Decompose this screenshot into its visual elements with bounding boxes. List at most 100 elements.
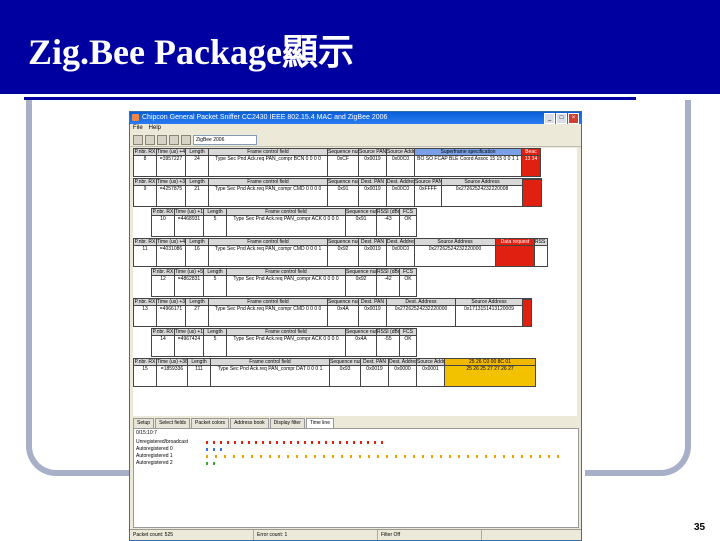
tab-packet-colors[interactable]: Packet colors bbox=[191, 418, 230, 428]
field-header: Length bbox=[188, 359, 210, 366]
timeline-mark bbox=[206, 455, 208, 458]
field-header: Sequence number bbox=[346, 329, 376, 336]
timeline-mark bbox=[557, 455, 559, 458]
tab-time-line[interactable]: Time line bbox=[305, 418, 334, 428]
field-header: Dest. Address bbox=[389, 359, 416, 366]
field-value: Type Sec Pnd Ack.req PAN_compr ACK 0 0 0… bbox=[233, 216, 339, 222]
packet-field: Length 5 bbox=[203, 268, 227, 297]
timeline-mark bbox=[539, 455, 541, 458]
field-value: 15 bbox=[142, 366, 148, 372]
packet-field: Dest. PAN 0x0019 bbox=[360, 358, 389, 387]
packet-field: RSS (dBi bbox=[534, 238, 548, 267]
packet-row[interactable]: P.nbr. RX11Time (us) +454391=4031086Leng… bbox=[133, 238, 577, 267]
packet-field: Length 111 bbox=[187, 358, 211, 387]
menu-help[interactable]: Help bbox=[149, 124, 161, 133]
timeline-panel: 0/15:10:7 Unregistered/broadcast Autoregi… bbox=[133, 428, 579, 528]
field-header bbox=[523, 299, 531, 300]
packet-field: RSSI (dBm)-43 bbox=[376, 208, 400, 237]
timeline-mark bbox=[395, 455, 397, 458]
field-value: =4966171 bbox=[159, 306, 183, 312]
timeline-mark bbox=[234, 441, 236, 444]
field-header: Time (us) +4099 bbox=[157, 149, 186, 156]
sniffer-window: Chipcon General Packet Sniffer CC2430 IE… bbox=[129, 111, 582, 541]
packet-field: Time (us) +3691915=1859336 bbox=[156, 358, 188, 387]
tab-address-book[interactable]: Address book bbox=[230, 418, 269, 428]
packet-row[interactable]: P.nbr. RX14Time (us) +1727=4967424Length… bbox=[151, 328, 577, 357]
packet-row[interactable]: P.nbr. RX13Time (us) +3320=4966171Length… bbox=[133, 298, 577, 327]
field-header: Sequence number bbox=[328, 179, 358, 186]
timeline-mark bbox=[233, 455, 235, 458]
close-button[interactable]: × bbox=[568, 113, 579, 124]
field-value: 9 bbox=[143, 186, 147, 192]
packet-field: FCS OK bbox=[399, 208, 417, 237]
stop-icon[interactable] bbox=[169, 134, 179, 145]
timeline-mark bbox=[548, 455, 550, 458]
clear-icon[interactable] bbox=[181, 134, 191, 145]
packet-field: Superframe specification BO SO FCAP BLE C… bbox=[414, 148, 522, 177]
tab-setup[interactable]: Setup bbox=[133, 418, 155, 428]
timeline-mark bbox=[323, 455, 325, 458]
packet-field: Dest. PAN 0x0019 bbox=[358, 238, 387, 267]
minimize-button[interactable]: _ bbox=[544, 113, 555, 124]
app-icon bbox=[132, 114, 139, 121]
timeline-mark bbox=[297, 441, 299, 444]
packet-list: P.nbr. RX8Time (us) +4099=3957227Length2… bbox=[133, 148, 577, 416]
timeline-mark bbox=[467, 455, 469, 458]
packet-field: Frame control field Type Sec Pnd Ack.req … bbox=[226, 268, 346, 297]
timeline-mark bbox=[368, 455, 370, 458]
field-header: Frame control field bbox=[209, 239, 327, 246]
menu-file[interactable]: File bbox=[133, 124, 143, 133]
field-header: P.nbr. RX bbox=[134, 239, 156, 246]
field-header: Frame control field bbox=[227, 209, 345, 216]
timeline-mark bbox=[485, 455, 487, 458]
tab-select-fields[interactable]: Select fields bbox=[155, 418, 191, 428]
field-header: Source Address bbox=[456, 299, 522, 306]
timeline-mark bbox=[339, 441, 341, 444]
field-header: Time (us) +300040 bbox=[157, 179, 186, 186]
field-header: FCS bbox=[400, 209, 416, 216]
timeline-mark bbox=[512, 455, 514, 458]
field-header: Frame control field bbox=[209, 179, 327, 186]
field-value: OK bbox=[404, 336, 412, 342]
tab-bar: Setup Select fields Packet colors Address b… bbox=[133, 418, 334, 428]
open-icon[interactable] bbox=[133, 134, 143, 145]
save-icon[interactable] bbox=[145, 134, 155, 145]
field-value: 0x27262524232220000 bbox=[428, 246, 482, 252]
field-header: Dest. Address bbox=[387, 299, 455, 306]
timeline-row-label: Autoregistered 1 bbox=[136, 453, 173, 459]
packet-field: Length 5 bbox=[203, 208, 227, 237]
packet-row[interactable]: P.nbr. RX8Time (us) +4099=3957227Length2… bbox=[133, 148, 577, 177]
tab-display-filter[interactable]: Display filter bbox=[269, 418, 305, 428]
field-value: 16 bbox=[194, 246, 200, 252]
field-value: 13 bbox=[142, 306, 148, 312]
status-bar: Packet count: 525 Error count: 1 Filter … bbox=[130, 529, 581, 540]
packet-field: Time (us) +4099=3957227 bbox=[156, 148, 186, 177]
field-value: 27 bbox=[194, 306, 200, 312]
timeline-mark bbox=[353, 441, 355, 444]
field-value: 14 bbox=[160, 336, 166, 342]
field-header: Source Address bbox=[417, 359, 444, 366]
field-header: Time (us) +454391 bbox=[157, 239, 186, 246]
field-header: Superframe specification bbox=[415, 149, 521, 156]
field-header: P.nbr. RX bbox=[152, 269, 174, 276]
field-header: Frame control field bbox=[211, 359, 329, 366]
protocol-select[interactable]: ZigBee 2006 bbox=[193, 134, 257, 145]
play-icon[interactable] bbox=[157, 134, 167, 145]
packet-row[interactable]: P.nbr. RX12Time (us) +500=4862831Length5… bbox=[151, 268, 577, 297]
timeline-mark bbox=[255, 441, 257, 444]
window-titlebar[interactable]: Chipcon General Packet Sniffer CC2430 IE… bbox=[130, 112, 581, 124]
packet-row[interactable]: P.nbr. RX9Time (us) +300040=4257875Lengt… bbox=[133, 178, 577, 207]
field-value: 0x00C0 bbox=[391, 246, 410, 252]
packet-field: Source PAN 0x0019 bbox=[358, 148, 387, 177]
packet-row[interactable]: P.nbr. RX10Time (us) +1306=4468931Length… bbox=[151, 208, 577, 237]
packet-field: Frame control field Type Sec Pnd Ack.req … bbox=[208, 148, 328, 177]
timeline-mark bbox=[304, 441, 306, 444]
field-header: Time (us) +1306 bbox=[175, 209, 204, 216]
field-value: 0x0019 bbox=[364, 186, 381, 192]
maximize-button[interactable]: □ bbox=[556, 113, 567, 124]
page-number: 35 bbox=[694, 522, 706, 533]
packet-row[interactable]: P.nbr. RX15Time (us) +3691915=1859336Len… bbox=[133, 358, 577, 387]
field-value: -55 bbox=[384, 336, 392, 342]
timeline-mark bbox=[276, 441, 278, 444]
timeline-row-label: Autoregistered 0 bbox=[136, 446, 173, 452]
